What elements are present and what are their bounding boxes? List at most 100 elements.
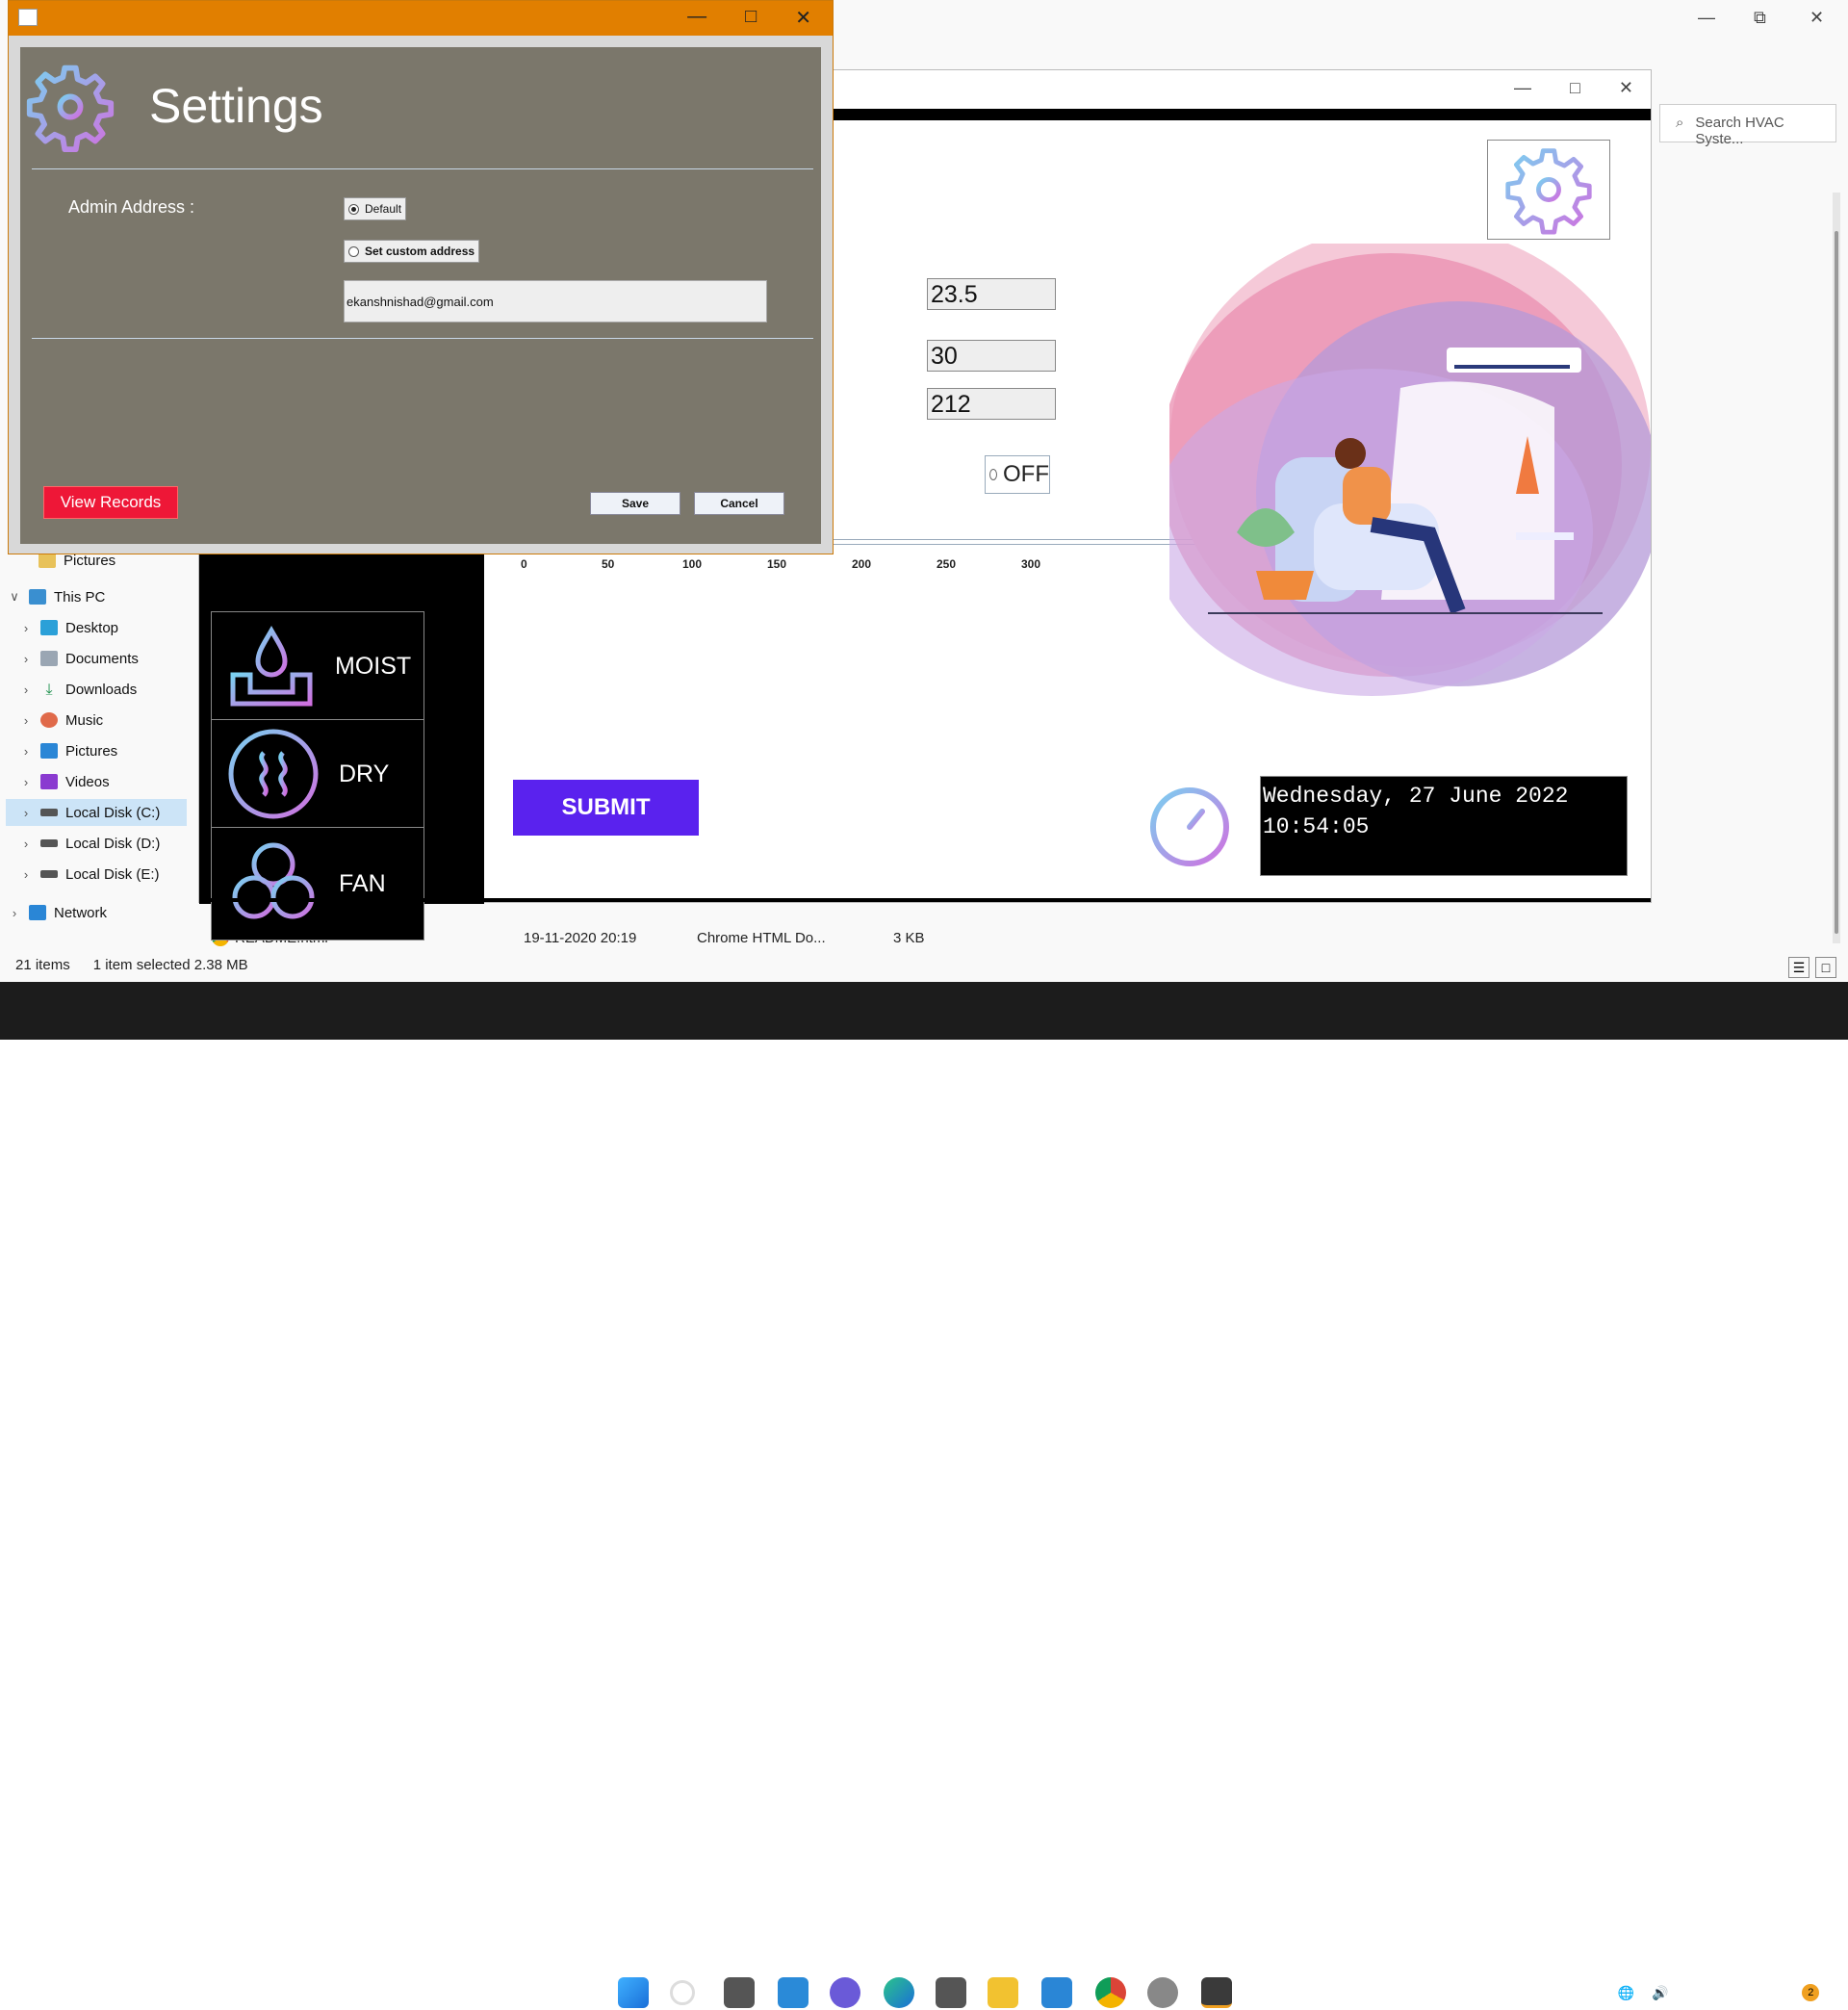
stopwatch-icon [1150,776,1229,866]
system-tray: ∧ ☁ ENG IN 🌐 🔊 ▭ 22:54 27-07-2022 2 [1513,1975,1820,2010]
chevron-right-icon[interactable]: › [19,775,33,789]
tree-item-local-disk-e[interactable]: › Local Disk (E:) [19,861,160,888]
edge-icon[interactable] [884,1977,914,2008]
restore-icon[interactable]: ⧉ [1754,8,1766,28]
selection-info: 1 item selected 2.38 MB [92,957,248,973]
chat-icon[interactable] [830,1977,860,2008]
item-count: 21 items [15,957,70,973]
search-icon[interactable] [670,1980,695,2005]
file-type: Chrome HTML Do... [697,929,826,946]
cloud-icon[interactable]: ☁ [1540,1985,1553,2001]
videos-icon [40,774,58,789]
mode-label: MOIST [335,652,412,680]
clock[interactable]: 22:54 27-07-2022 [1716,1975,1785,2010]
slider-tick: 150 [767,557,787,571]
language-indicator[interactable]: ENG IN [1571,1975,1600,2010]
save-button[interactable]: Save [590,492,680,515]
power-toggle[interactable]: OFF [985,455,1050,494]
chevron-right-icon[interactable]: › [19,652,33,666]
tree-item-downloads[interactable]: › ⤓ Downloads [19,676,137,703]
tiles-view-icon[interactable]: □ [1815,957,1836,978]
radio-default[interactable]: Default [344,197,407,220]
start-icon[interactable] [618,1977,649,2008]
notification-badge[interactable]: 2 [1802,1984,1820,2001]
search-input[interactable]: ⌕ Search HVAC Syste... [1659,104,1836,147]
settings-button[interactable] [1487,140,1610,240]
view-records-button[interactable]: View Records [43,486,178,519]
mode-moist-button[interactable]: MOIST [211,611,424,721]
close-icon[interactable]: ✕ [795,6,811,30]
mail-icon[interactable] [1041,1977,1072,2008]
maximize-icon[interactable]: □ [745,6,757,30]
drive-icon [40,809,58,816]
close-icon[interactable]: ✕ [1619,78,1633,98]
radio-custom-address[interactable]: Set custom address [344,240,480,263]
mode-dry-button[interactable]: DRY [211,719,424,829]
close-icon[interactable]: ✕ [1810,8,1824,28]
tree-item-local-disk-c[interactable]: › Local Disk (C:) [6,799,187,826]
minimize-icon[interactable]: ― [1514,78,1531,98]
chevron-right-icon[interactable]: › [19,806,33,820]
view-toggle: ☰ □ [1788,957,1836,978]
file-explorer-icon[interactable] [988,1977,1018,2008]
tree-item-videos[interactable]: › Videos [19,768,110,795]
divider [32,168,813,169]
admin-address-label: Admin Address : [68,197,195,217]
minimize-icon[interactable]: ― [687,6,706,30]
chevron-right-icon[interactable]: › [19,683,33,697]
tree-item-network[interactable]: › Network [8,899,107,926]
minimize-icon[interactable]: ― [1698,8,1715,28]
power-toggle-label: OFF [1003,461,1049,487]
radio-icon [348,245,359,257]
music-icon [40,712,58,728]
chevron-down-icon[interactable]: ∨ [8,589,21,605]
chevron-right-icon[interactable]: › [19,744,33,759]
fan-icon [232,842,315,919]
settings-heading: Settings [149,79,323,133]
taskbar: ∧ ☁ ENG IN 🌐 🔊 ▭ 22:54 27-07-2022 2 [0,982,1848,2009]
java-app-icon[interactable] [1201,1977,1232,2008]
scrollbar-thumb[interactable] [1835,231,1838,934]
temperature-field[interactable]: 23.5 [927,278,1056,310]
task-view-icon[interactable] [724,1977,755,2008]
value-field[interactable]: 212 [927,388,1056,420]
details-view-icon[interactable]: ☰ [1788,957,1810,978]
pictures-icon [40,743,58,759]
network-icon[interactable]: 🌐 [1618,1985,1634,2001]
slider-tick: 250 [937,557,957,571]
tree-item-music[interactable]: › Music [19,707,103,734]
settings-titlebar: ― □ ✕ [9,1,833,36]
pc-icon [29,589,46,605]
tree-item-this-pc[interactable]: ∨ This PC [8,583,105,610]
store-icon[interactable] [936,1977,966,2008]
admin-email-field[interactable] [344,280,767,322]
file-size: 3 KB [893,929,925,946]
widgets-icon[interactable] [778,1977,808,2008]
maximize-icon[interactable]: □ [1570,78,1580,98]
chevron-right-icon[interactable]: › [19,621,33,635]
settings-app-icon[interactable] [1147,1977,1178,2008]
tree-item-desktop[interactable]: › Desktop [19,614,118,641]
chrome-icon[interactable] [1095,1977,1126,2008]
clock-display: Wednesday, 27 June 2022 10:54:05 [1260,776,1628,876]
humidity-field[interactable]: 30 [927,340,1056,372]
file-date: 19-11-2020 20:19 [524,929,637,946]
chevron-up-icon[interactable]: ∧ [1513,1985,1523,2001]
clock-time: 10:54:05 [1263,814,1370,839]
tree-item-documents[interactable]: › Documents [19,645,139,672]
volume-icon[interactable]: 🔊 [1652,1985,1668,2001]
cancel-button[interactable]: Cancel [694,492,784,515]
slider-tick: 300 [1021,557,1041,571]
gear-icon [26,64,115,153]
chevron-right-icon[interactable]: › [8,906,21,920]
submit-button[interactable]: SUBMIT [513,780,699,836]
chevron-right-icon[interactable]: › [19,837,33,851]
mode-fan-button[interactable]: FAN [211,827,424,941]
tree-item-pictures[interactable]: › Pictures [19,737,117,764]
chevron-right-icon[interactable]: › [19,867,33,882]
chevron-right-icon[interactable]: › [19,713,33,728]
battery-icon[interactable]: ▭ [1685,1985,1698,2001]
tree-item-local-disk-d[interactable]: › Local Disk (D:) [19,830,161,857]
moisture-icon [230,625,313,707]
radio-selected-icon [348,203,359,215]
